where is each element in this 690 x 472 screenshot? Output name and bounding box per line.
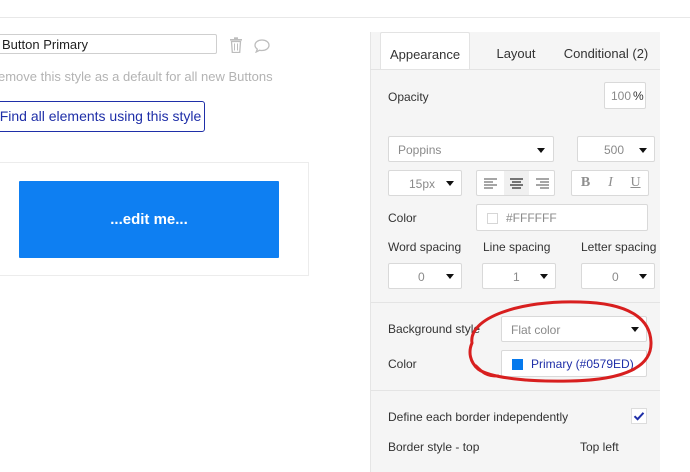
style-name-input[interactable] <box>0 34 217 54</box>
align-right-icon <box>536 177 549 189</box>
letter-spacing-select[interactable]: 0 <box>581 263 655 289</box>
background-style-label: Background style <box>388 322 481 336</box>
color-swatch <box>512 359 523 370</box>
find-elements-button[interactable]: Find all elements using this style <box>0 101 205 132</box>
comment-icon[interactable] <box>254 39 270 53</box>
opacity-input[interactable]: 100 % <box>604 82 646 109</box>
text-align-group <box>476 170 555 196</box>
trash-icon[interactable] <box>229 37 243 53</box>
italic-button[interactable]: I <box>598 171 623 195</box>
align-left-button[interactable] <box>478 171 503 195</box>
font-weight-value: 500 <box>604 143 625 157</box>
opacity-unit: % <box>633 89 644 103</box>
tab-bar: Appearance Layout Conditional (2) <box>370 32 660 70</box>
align-left-icon <box>484 177 497 189</box>
border-independent-label: Define each border independently <box>388 410 569 424</box>
tab-underline <box>370 69 660 70</box>
remove-default-link[interactable]: emove this style as a default for all ne… <box>0 69 273 84</box>
checkbox-checked-icon[interactable] <box>631 408 647 424</box>
opacity-value: 100 <box>611 89 632 103</box>
background-color-picker[interactable]: Primary (#0579ED) <box>501 350 647 377</box>
tab-layout[interactable]: Layout <box>480 32 552 70</box>
tab-conditional[interactable]: Conditional (2) <box>560 32 652 70</box>
align-center-icon <box>510 177 523 189</box>
background-style-select[interactable]: Flat color <box>501 316 647 342</box>
preview-button[interactable]: ...edit me... <box>19 181 279 258</box>
chevron-down-icon <box>639 148 647 153</box>
letter-spacing-value: 0 <box>612 270 619 284</box>
opacity-label: Opacity <box>388 90 429 104</box>
text-format-group: B I U <box>571 170 649 196</box>
chevron-down-icon <box>631 327 639 332</box>
chevron-down-icon <box>446 181 454 186</box>
chevron-down-icon <box>540 274 548 279</box>
color-swatch <box>487 213 498 224</box>
top-left-label: Top left <box>580 440 619 454</box>
word-spacing-label: Word spacing <box>388 240 462 254</box>
align-right-button[interactable] <box>530 171 555 195</box>
background-color-label: Color <box>388 357 417 371</box>
font-family-value: Poppins <box>398 143 442 157</box>
background-color-value: Primary (#0579ED) <box>531 357 634 371</box>
text-color-label: Color <box>388 211 417 225</box>
font-size-select[interactable]: 15px <box>388 170 462 196</box>
text-color-value: #FFFFFF <box>506 211 557 225</box>
font-size-value: 15px <box>409 177 436 191</box>
underline-button[interactable]: U <box>623 171 648 195</box>
section-divider <box>371 390 660 391</box>
chevron-down-icon <box>446 274 454 279</box>
chevron-down-icon <box>537 148 545 153</box>
word-spacing-select[interactable]: 0 <box>388 263 462 289</box>
font-weight-select[interactable]: 500 <box>577 136 655 162</box>
text-color-picker[interactable]: #FFFFFF <box>476 204 648 231</box>
word-spacing-value: 0 <box>418 270 425 284</box>
letter-spacing-label: Letter spacing <box>581 240 657 254</box>
font-family-select[interactable]: Poppins <box>388 136 554 162</box>
chevron-down-icon <box>639 274 647 279</box>
background-style-value: Flat color <box>511 323 561 337</box>
border-style-top-label: Border style - top <box>388 440 480 454</box>
top-divider <box>0 17 690 18</box>
line-spacing-value: 1 <box>513 270 520 284</box>
align-center-button[interactable] <box>504 171 529 195</box>
bold-button[interactable]: B <box>573 171 598 195</box>
line-spacing-label: Line spacing <box>483 240 551 254</box>
line-spacing-select[interactable]: 1 <box>482 263 556 289</box>
tab-appearance[interactable]: Appearance <box>380 32 470 70</box>
section-divider <box>371 302 660 303</box>
